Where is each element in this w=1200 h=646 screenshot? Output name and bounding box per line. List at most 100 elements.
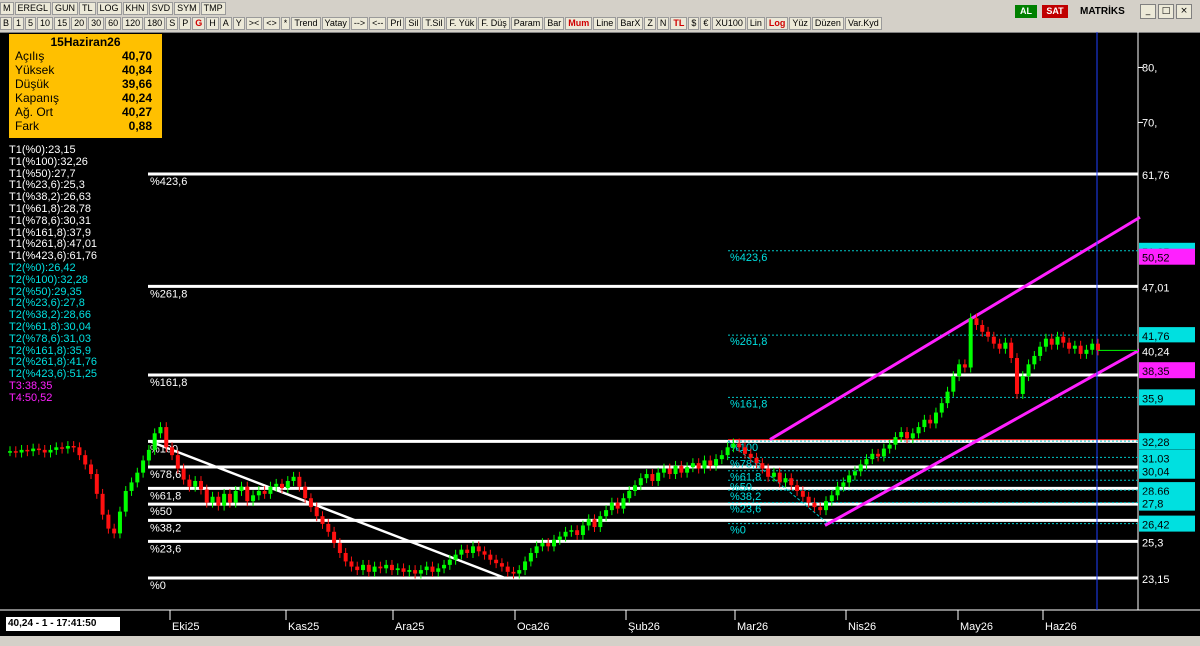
toolbar-row2-button-31[interactable]: Line <box>593 17 617 30</box>
sell-button[interactable]: SAT <box>1042 5 1068 18</box>
candle-body <box>876 453 881 457</box>
maximize-icon[interactable]: □ <box>1158 4 1174 19</box>
toolbar-row2-button-16[interactable]: >< <box>245 17 263 30</box>
toolbar-row2-button-19[interactable]: Trend <box>291 17 321 30</box>
toolbar-row2-button-26[interactable]: F. Yük <box>446 17 478 30</box>
candle-body <box>644 474 649 479</box>
toolbar-row2-button-21[interactable]: --> <box>350 17 369 30</box>
axis-tag-t2-161: 35,9 <box>1142 393 1163 405</box>
candle-body <box>488 554 493 560</box>
info-date: 15Haziran26 <box>50 35 121 49</box>
toolbar-row1-button-3[interactable]: TL <box>79 2 96 15</box>
candle-body <box>77 447 82 456</box>
toolbar-row2-button-13[interactable]: H <box>206 17 219 30</box>
toolbar-row2-button-14[interactable]: A <box>219 17 232 30</box>
toolbar-row2-button-25[interactable]: T.Sil <box>422 17 446 30</box>
candle-body <box>748 453 753 458</box>
x-tick-label: Mar26 <box>737 621 768 633</box>
toolbar-row2-button-20[interactable]: Yatay <box>321 17 350 30</box>
fib-level-text: T4:50,52 <box>9 391 53 404</box>
toolbar-row2-button-4[interactable]: 15 <box>54 17 71 30</box>
candle-body <box>795 485 800 491</box>
toolbar-row1-button-8[interactable]: TMP <box>200 2 226 15</box>
candle-body <box>233 490 238 503</box>
toolbar-row2-button-35[interactable]: TL <box>670 17 688 30</box>
info-row: Düşük 39,66 <box>9 77 162 91</box>
toolbar-row2-button-32[interactable]: BarX <box>617 17 644 30</box>
candle-body <box>1067 342 1072 349</box>
candle-body <box>280 483 284 489</box>
toolbar-row2-button-12[interactable]: G <box>192 17 206 30</box>
toolbar-row2-button-27[interactable]: F. Düş <box>478 17 510 30</box>
toolbar-row2-button-24[interactable]: Sil <box>405 17 422 30</box>
toolbar-row2-button-28[interactable]: Param <box>510 17 544 30</box>
toolbar-row2-button-38[interactable]: XU100 <box>712 17 746 30</box>
toolbar-row2-button-5[interactable]: 20 <box>71 17 88 30</box>
toolbar-row2-button-17[interactable]: <> <box>263 17 280 30</box>
candle-body <box>117 511 122 534</box>
toolbar-row2-button-23[interactable]: Prl <box>387 17 405 30</box>
candle-body <box>1032 355 1037 365</box>
toolbar-row2-button-43[interactable]: Var.Kyd <box>844 17 882 30</box>
toolbar-row2-button-29[interactable]: Bar <box>544 17 565 30</box>
candle-body <box>25 449 30 452</box>
toolbar-row2-button-0[interactable]: B <box>0 17 13 30</box>
fib-t1-label: %78,6 <box>150 469 181 481</box>
toolbar-row2-button-6[interactable]: 30 <box>88 17 105 30</box>
toolbar-row1-button-5[interactable]: KHN <box>122 2 148 15</box>
toolbar-row1-button-2[interactable]: GUN <box>52 2 79 15</box>
axis-tag: 61,76 <box>1142 170 1170 182</box>
candle-body <box>737 443 742 448</box>
toolbar-row2-button-9[interactable]: 180 <box>144 17 166 30</box>
candle-body <box>870 453 875 460</box>
candle-body <box>910 433 915 439</box>
candle-body <box>355 566 360 571</box>
toolbar-row2-button-22[interactable]: <-- <box>369 17 387 30</box>
toolbar-row2-button-42[interactable]: Düzen <box>811 17 844 30</box>
candle-body <box>187 479 192 487</box>
close-icon[interactable]: × <box>1176 4 1192 19</box>
toolbar-row2-button-1[interactable]: 1 <box>13 17 25 30</box>
toolbar-row1-button-4[interactable]: LOG <box>96 2 122 15</box>
toolbar-row2-button-8[interactable]: 120 <box>122 17 144 30</box>
toolbar-row2-button-34[interactable]: N <box>656 17 670 30</box>
candle-body <box>1090 343 1095 350</box>
candle-body <box>806 496 811 503</box>
toolbar-row1-button-6[interactable]: SVD <box>148 2 174 15</box>
toolbar-row1-button-7[interactable]: SYM <box>174 2 200 15</box>
candle-body <box>1072 345 1077 349</box>
fib-t1-label: %50 <box>150 506 172 518</box>
toolbar-row2-button-33[interactable]: Z <box>644 17 656 30</box>
candle-body <box>922 419 927 428</box>
toolbar-row2-button-30[interactable]: Mum <box>565 17 593 30</box>
toolbar-row2-button-18[interactable]: * <box>280 17 291 30</box>
toolbar-row2-button-37[interactable]: € <box>700 17 712 30</box>
buy-button[interactable]: AL <box>1015 5 1037 18</box>
toolbar-row1-button-0[interactable]: M <box>0 2 14 15</box>
toolbar-row2-button-10[interactable]: S <box>166 17 179 30</box>
toolbar-row1-button-1[interactable]: EREGL <box>14 2 52 15</box>
toolbar-row2-button-36[interactable]: $ <box>688 17 700 30</box>
price-chart[interactable]: 80,70,%423,661,76%261,847,01%161,8%10032… <box>0 32 1200 636</box>
candle-body <box>251 495 256 502</box>
toolbar-row2-button-11[interactable]: P <box>179 17 192 30</box>
candle-body <box>459 549 464 555</box>
toolbar-row2-button-7[interactable]: 60 <box>105 17 122 30</box>
candle-body <box>48 449 53 453</box>
toolbar-row2-button-2[interactable]: 5 <box>25 17 37 30</box>
candle-body <box>193 481 198 487</box>
candle-body <box>198 481 203 490</box>
minimize-icon[interactable]: _ <box>1140 4 1156 19</box>
toolbar-row2-button-15[interactable]: Y <box>232 17 245 30</box>
info-value: 40,70 <box>121 49 152 63</box>
toolbar-row2-button-41[interactable]: Yüz <box>789 17 811 30</box>
candle-body <box>951 376 956 392</box>
candle-body <box>719 455 724 460</box>
toolbar-row2-button-39[interactable]: Lin <box>746 17 765 30</box>
toolbar-row2-button-40[interactable]: Log <box>765 17 789 30</box>
candle-body <box>598 516 603 528</box>
candle-body <box>899 432 904 438</box>
toolbar-row2-button-3[interactable]: 10 <box>37 17 54 30</box>
info-value: 40,24 <box>121 91 152 105</box>
info-row: Açılış 40,70 <box>9 49 162 63</box>
